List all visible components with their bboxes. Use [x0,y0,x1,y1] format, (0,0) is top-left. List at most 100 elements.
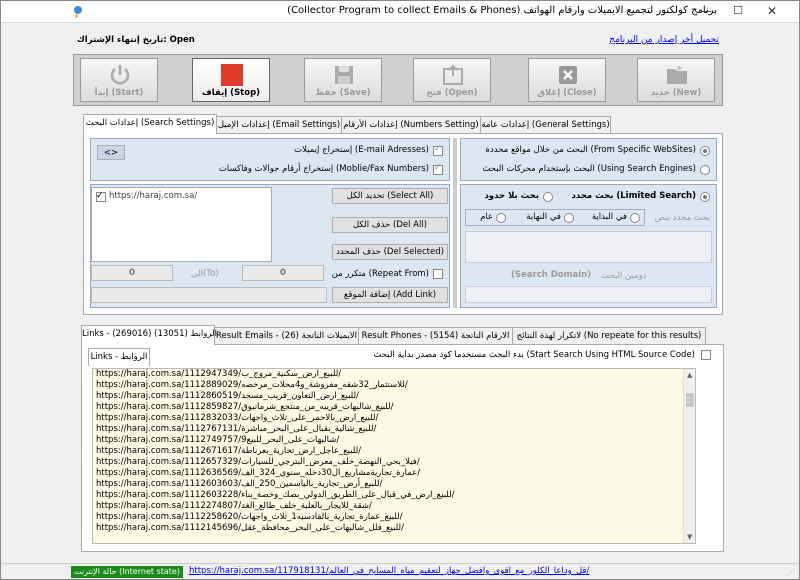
limited-search-radio[interactable] [700,192,710,202]
match-start-label: في البداية [591,212,627,222]
status-bar: حالة الإنترنت (Internet state) https://h… [1,563,799,579]
link-row[interactable]: https://haraj.com.sa/1112603603/للبيع_أر… [93,479,695,490]
link-row[interactable]: https://haraj.com.sa/1112636569/عمارة_تج… [93,468,695,479]
limited-text-input[interactable] [465,231,712,263]
link-row[interactable]: https://haraj.com.sa/1112859827/للبيع_شا… [93,402,695,413]
extract-phones-checkbox[interactable] [433,163,443,175]
link-row[interactable]: https://haraj.com.sa/1112258620/للبيع_عم… [93,512,695,523]
panel-splitter[interactable] [453,138,457,308]
scroll-up-icon[interactable]: ▲ [687,371,692,379]
del-selected-button[interactable]: حذف المحدد (Del Selected) [332,244,448,260]
repeat-from-input[interactable]: 0 [242,265,324,281]
open-button[interactable]: فتح (Open) [413,58,491,102]
match-all-radio[interactable] [496,213,506,223]
title-bar: برنامج كولكتور لتجميع الايميلات وارقام ا… [1,1,799,23]
tab-general-settings[interactable]: إعدادات عامة (General Settings) [480,116,611,134]
link-row[interactable]: https://haraj.com.sa/1112832033/للبيع_ار… [93,413,695,424]
tab-email-settings[interactable]: إعدادات الإميل (Email Settings) [216,116,342,134]
search-engines-radio[interactable] [700,165,710,175]
link-row[interactable]: https://haraj.com.sa/1112145696/للبيع_فل… [93,523,695,534]
settings-tabs: إعدادات عامة (General Settings) إعدادات … [83,114,723,134]
to-label: الى(To) [191,269,219,279]
save-button[interactable]: حفظ (Save) [304,58,382,102]
repeat-from-label: متكرر من (Repeat From) [331,269,429,279]
links-list[interactable]: https://haraj.com.sa/1112947349/للبيع_ار… [92,368,696,544]
close-window-button[interactable]: ✕ [757,1,787,23]
update-link[interactable]: تحميل أخر إصدار من البرنامج [609,35,719,45]
tab-result-emails[interactable]: Result Emails - الايميلات الناتجة (26) [214,327,359,345]
link-row[interactable]: https://haraj.com.sa/1112657329/فيلا_بحي… [93,457,695,468]
scroll-thumb[interactable] [686,393,694,407]
search-settings-panel: البحث من خلال مواقع محددة (From Specific… [83,133,723,315]
link-row[interactable]: https://haraj.com.sa/1112947349/للبيع_ار… [93,369,695,380]
match-all-label: عام [480,212,493,222]
save-icon [335,66,353,84]
toolbar: جديد (New) إغلاق (Close) فتح (Open) حفظ … [73,54,723,106]
new-label: جديد (New) [650,88,702,98]
status-link[interactable]: https://haraj.com.sa/117918131/قل_وداعا_… [189,566,589,576]
add-link-input[interactable] [91,287,327,303]
html-source-label: بدء البحث مستخدما كود مصدر بداية البحث (… [373,350,695,360]
app-icon [74,6,82,18]
minimize-button[interactable]: — [691,1,721,23]
save-label: حفظ (Save) [315,88,371,98]
extract-phones-label: إستخراج أرقام جوالات وفاكسات (Moblie/Fax… [218,164,429,174]
scroll-down-icon[interactable]: ▼ [687,533,692,541]
html-source-checkbox[interactable] [701,350,711,360]
links-container: https://haraj.com.sa/1112947349/للبيع_ار… [93,369,695,534]
expiry-label: تاريخ إنتهاء الإشتراك: Open [77,35,195,45]
link-row[interactable]: https://haraj.com.sa/1112274807/شقة_للاي… [93,501,695,512]
tab-links[interactable]: Links - الروابط (13051) (269016) [81,325,217,345]
tab-numbers-setting[interactable]: إعدادات الأرقام (Numbers Setting) [341,116,481,134]
link-row[interactable]: https://haraj.com.sa/1112860519/للبيع_ار… [93,391,695,402]
tab-search-settings[interactable]: إعدادات البحث (Search Settings) [83,114,217,134]
link-row[interactable]: https://haraj.com.sa/1112671617/للبيع_عا… [93,446,695,457]
link-row[interactable]: https://haraj.com.sa/1112749757/9شاليهات… [93,435,695,446]
specific-sites-label: البحث من خلال مواقع محددة (From Specific… [485,145,697,155]
start-label: إبدأ (Start) [94,88,144,98]
site-item-url: https://haraj.com.sa/ [109,191,198,201]
tab-result-phones[interactable]: Result Phones - الارقام الناتجة (5154) [358,327,513,345]
link-row[interactable]: https://haraj.com.sa/1112603228/للبيع_ار… [93,490,695,501]
unlimited-search-label: بحث بلا حدود [484,191,539,201]
limited-search-label: بحث محدد (Limited Search) [571,191,696,201]
search-domain-input[interactable] [465,286,712,303]
search-domain-label: (Search Domain) [511,270,592,280]
sites-list[interactable]: ✓ https://haraj.com.sa/ [91,187,272,262]
swap-button[interactable]: <> [97,145,125,160]
tab-no-repeat[interactable]: لاتكرار لهذة النتائج (No repeate for thi… [512,327,706,345]
check-icon: ✓ [96,191,104,201]
tab-links-sub[interactable]: Links - الروابط [88,348,150,366]
maximize-button[interactable]: ☐ [723,1,753,23]
start-button[interactable]: إبدأ (Start) [80,58,158,102]
open-icon [443,64,463,85]
unlimited-search-radio[interactable] [543,192,553,202]
extract-emails-checkbox[interactable] [433,144,443,156]
internet-state-badge: حالة الإنترنت (Internet state) [71,566,183,578]
search-source-group: البحث من خلال مواقع محددة (From Specific… [460,138,717,181]
resize-grip-icon[interactable]: ⋰ [787,568,795,577]
stop-label: إيقاف (Stop) [201,88,261,98]
app-window: برنامج كولكتور لتجميع الايميلات وارقام ا… [0,0,800,580]
links-scrollbar[interactable]: ▲ ▼ [683,369,695,543]
close-label: إغلاق (Close) [537,88,597,98]
search-limit-group: بحث محدد (Limited Search) بحث بلا حدود ب… [460,184,717,308]
match-start-radio[interactable] [630,213,640,223]
del-all-button[interactable]: حذف الكل (Del All) [332,217,448,233]
match-end-radio[interactable] [564,213,574,223]
link-row[interactable]: https://haraj.com.sa/1112767131/للبيع_شا… [93,424,695,435]
select-all-button[interactable]: تحديد الكل (Select All) [332,188,448,204]
close-button[interactable]: إغلاق (Close) [528,58,606,102]
link-row[interactable]: https://haraj.com.sa/1112889029/للاستثما… [93,380,695,391]
stop-icon [221,64,243,86]
close-doc-icon [559,66,577,84]
window-title: برنامج كولكتور لتجميع الايميلات وارقام ا… [287,5,717,16]
to-input[interactable]: 0 [91,265,173,281]
add-link-button[interactable]: إضافة الموقع (Add Link) [332,287,448,303]
stop-button[interactable]: إيقاف (Stop) [192,58,270,102]
repeat-from-checkbox[interactable] [433,269,443,279]
extract-options-group: إستخراج إيميلات (E-mail Adresses) إستخرا… [90,138,450,181]
limited-text-label: بحث محدد بنص [654,213,710,223]
specific-sites-radio[interactable] [700,146,710,156]
new-button[interactable]: جديد (New) [637,58,715,102]
